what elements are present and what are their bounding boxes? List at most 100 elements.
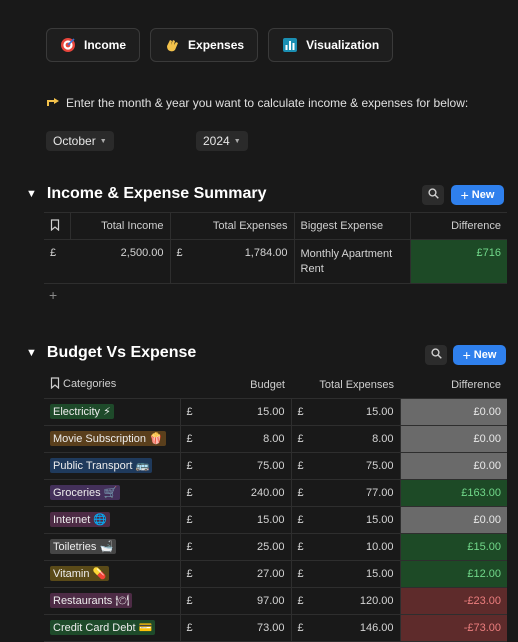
budget-header-row: Categories Budget Total Expenses Differe… (44, 372, 508, 399)
expenses-value: 15.00 (299, 506, 401, 534)
year-select[interactable]: 2024 ▼ (196, 131, 248, 151)
table-row[interactable]: Groceries 🛒 £ 240.00 £ 77.00 £163.00 (44, 479, 508, 507)
visualization-button[interactable]: Visualization (268, 28, 394, 62)
bookmark-icon (50, 377, 60, 392)
collapse-triangle-icon[interactable]: ▼ (26, 188, 37, 200)
bar-chart-icon (282, 37, 298, 53)
table-row[interactable]: Movie Subscription 🍿 £ 8.00 £ 8.00 £0.00 (44, 425, 508, 453)
budget-header[interactable]: Budget (180, 372, 291, 399)
budget-table: Categories Budget Total Expenses Differe… (44, 372, 508, 642)
expenses-value: 75.00 (299, 452, 401, 480)
expenses-button-label: Expenses (188, 38, 245, 52)
category-tag[interactable]: Credit Card Debt 💳 (50, 620, 156, 635)
summary-section-header[interactable]: ▼ Income & Expense Summary (26, 185, 267, 203)
difference-value: £0.00 (400, 398, 508, 426)
nav-button-row: Income Expenses Visualization (46, 28, 394, 62)
expenses-value: 77.00 (299, 479, 401, 507)
expenses-button[interactable]: Expenses (150, 28, 259, 62)
biggest-expense-value: Monthly Apartment Rent (294, 239, 411, 284)
category-tag[interactable]: Movie Subscription 🍿 (50, 431, 166, 446)
collapse-triangle-icon[interactable]: ▼ (26, 347, 37, 359)
plus-icon: + (462, 347, 471, 363)
difference-value: £0.00 (400, 506, 508, 534)
budget-currency: £ (180, 425, 193, 453)
add-row-button[interactable]: + (49, 287, 57, 303)
category-tag[interactable]: Groceries 🛒 (50, 485, 121, 500)
budget-value: 25.00 (188, 533, 292, 561)
total-income-value: 2,500.00 (70, 239, 171, 284)
total-expenses-value: 1,784.00 (194, 239, 295, 284)
budget-section-header[interactable]: ▼ Budget Vs Expense (26, 344, 196, 362)
budget-value: 8.00 (188, 425, 292, 453)
category-tag[interactable]: Internet 🌐 (50, 512, 111, 527)
summary-header-row: Total Income Total Expenses Biggest Expe… (44, 212, 508, 240)
expenses-value: 8.00 (299, 425, 401, 453)
difference-header[interactable]: Difference (410, 212, 508, 240)
budget-value: 75.00 (188, 452, 292, 480)
budget-title: Budget Vs Expense (46, 344, 197, 361)
budget-new-label: New (473, 349, 497, 361)
income-currency: £ (44, 239, 70, 284)
total-expenses-header[interactable]: Total Expenses (291, 372, 401, 399)
expenses-currency: £ (291, 425, 304, 453)
budget-value: 73.00 (188, 614, 292, 642)
table-row[interactable]: Electricity ⚡ £ 15.00 £ 15.00 £0.00 (44, 398, 508, 426)
budget-rows: Electricity ⚡ £ 15.00 £ 15.00 £0.00 Movi… (44, 398, 508, 642)
difference-value: £0.00 (400, 425, 508, 453)
summary-new-button[interactable]: + New (451, 185, 504, 205)
chevron-down-icon: ▼ (233, 137, 241, 145)
budget-currency: £ (180, 587, 193, 615)
income-button[interactable]: Income (46, 28, 141, 62)
total-income-header[interactable]: Total Income (70, 212, 171, 240)
categories-header[interactable]: Categories (44, 372, 180, 399)
biggest-expense-header[interactable]: Biggest Expense (294, 212, 411, 240)
budget-currency: £ (180, 560, 193, 588)
plus-icon: + (460, 187, 469, 203)
budget-currency: £ (180, 614, 193, 642)
summary-new-label: New (471, 189, 495, 201)
budget-new-button[interactable]: + New (453, 345, 506, 365)
budget-value: 240.00 (188, 479, 292, 507)
category-tag[interactable]: Vitamin 💊 (50, 566, 110, 581)
expenses-currency: £ (291, 614, 304, 642)
table-row[interactable]: Internet 🌐 £ 15.00 £ 15.00 £0.00 (44, 506, 508, 534)
difference-value: £12.00 (400, 560, 508, 588)
budget-value: 15.00 (188, 506, 292, 534)
total-expenses-header[interactable]: Total Expenses (170, 212, 295, 240)
category-tag[interactable]: Public Transport 🚌 (50, 458, 153, 473)
month-value: October (53, 134, 96, 148)
chevron-down-icon: ▼ (99, 137, 107, 145)
instruction-label: Enter the month & year you want to calcu… (66, 95, 469, 110)
summary-table: Total Income Total Expenses Biggest Expe… (44, 212, 508, 284)
difference-value: £163.00 (400, 479, 508, 507)
difference-value: -£73.00 (400, 614, 508, 642)
categories-header-label: Categories (63, 378, 117, 391)
budget-value: 15.00 (188, 398, 292, 426)
expenses-value: 146.00 (299, 614, 401, 642)
category-tag[interactable]: Restaurants 🍽 (50, 593, 133, 608)
bookmark-column-header[interactable] (44, 212, 71, 240)
search-icon (427, 188, 439, 202)
visualization-button-label: Visualization (306, 38, 380, 52)
summary-search-button[interactable] (422, 185, 444, 205)
category-tag[interactable]: Electricity ⚡ (50, 404, 114, 419)
category-tag[interactable]: Toiletries 🛁 (50, 539, 117, 554)
table-row[interactable]: Restaurants 🍽 £ 97.00 £ 120.00 -£23.00 (44, 587, 508, 615)
table-row[interactable]: Toiletries 🛁 £ 25.00 £ 10.00 £15.00 (44, 533, 508, 561)
table-row[interactable]: Public Transport 🚌 £ 75.00 £ 75.00 £0.00 (44, 452, 508, 480)
bookmark-icon (50, 218, 60, 234)
budget-currency: £ (180, 533, 193, 561)
summary-row[interactable]: £ 2,500.00 £ 1,784.00 Monthly Apartment … (44, 239, 508, 284)
difference-value: £15.00 (400, 533, 508, 561)
table-row[interactable]: Credit Card Debt 💳 £ 73.00 £ 146.00 -£73… (44, 614, 508, 642)
budget-value: 97.00 (188, 587, 292, 615)
income-button-label: Income (84, 38, 127, 52)
budget-search-button[interactable] (425, 345, 447, 365)
expenses-value: 15.00 (299, 398, 401, 426)
table-row[interactable]: Vitamin 💊 £ 27.00 £ 15.00 £12.00 (44, 560, 508, 588)
month-select[interactable]: October ▼ (46, 131, 114, 151)
summary-title: Income & Expense Summary (46, 185, 267, 202)
expenses-currency: £ (291, 479, 304, 507)
target-icon (60, 37, 76, 53)
difference-header[interactable]: Difference (400, 372, 508, 399)
